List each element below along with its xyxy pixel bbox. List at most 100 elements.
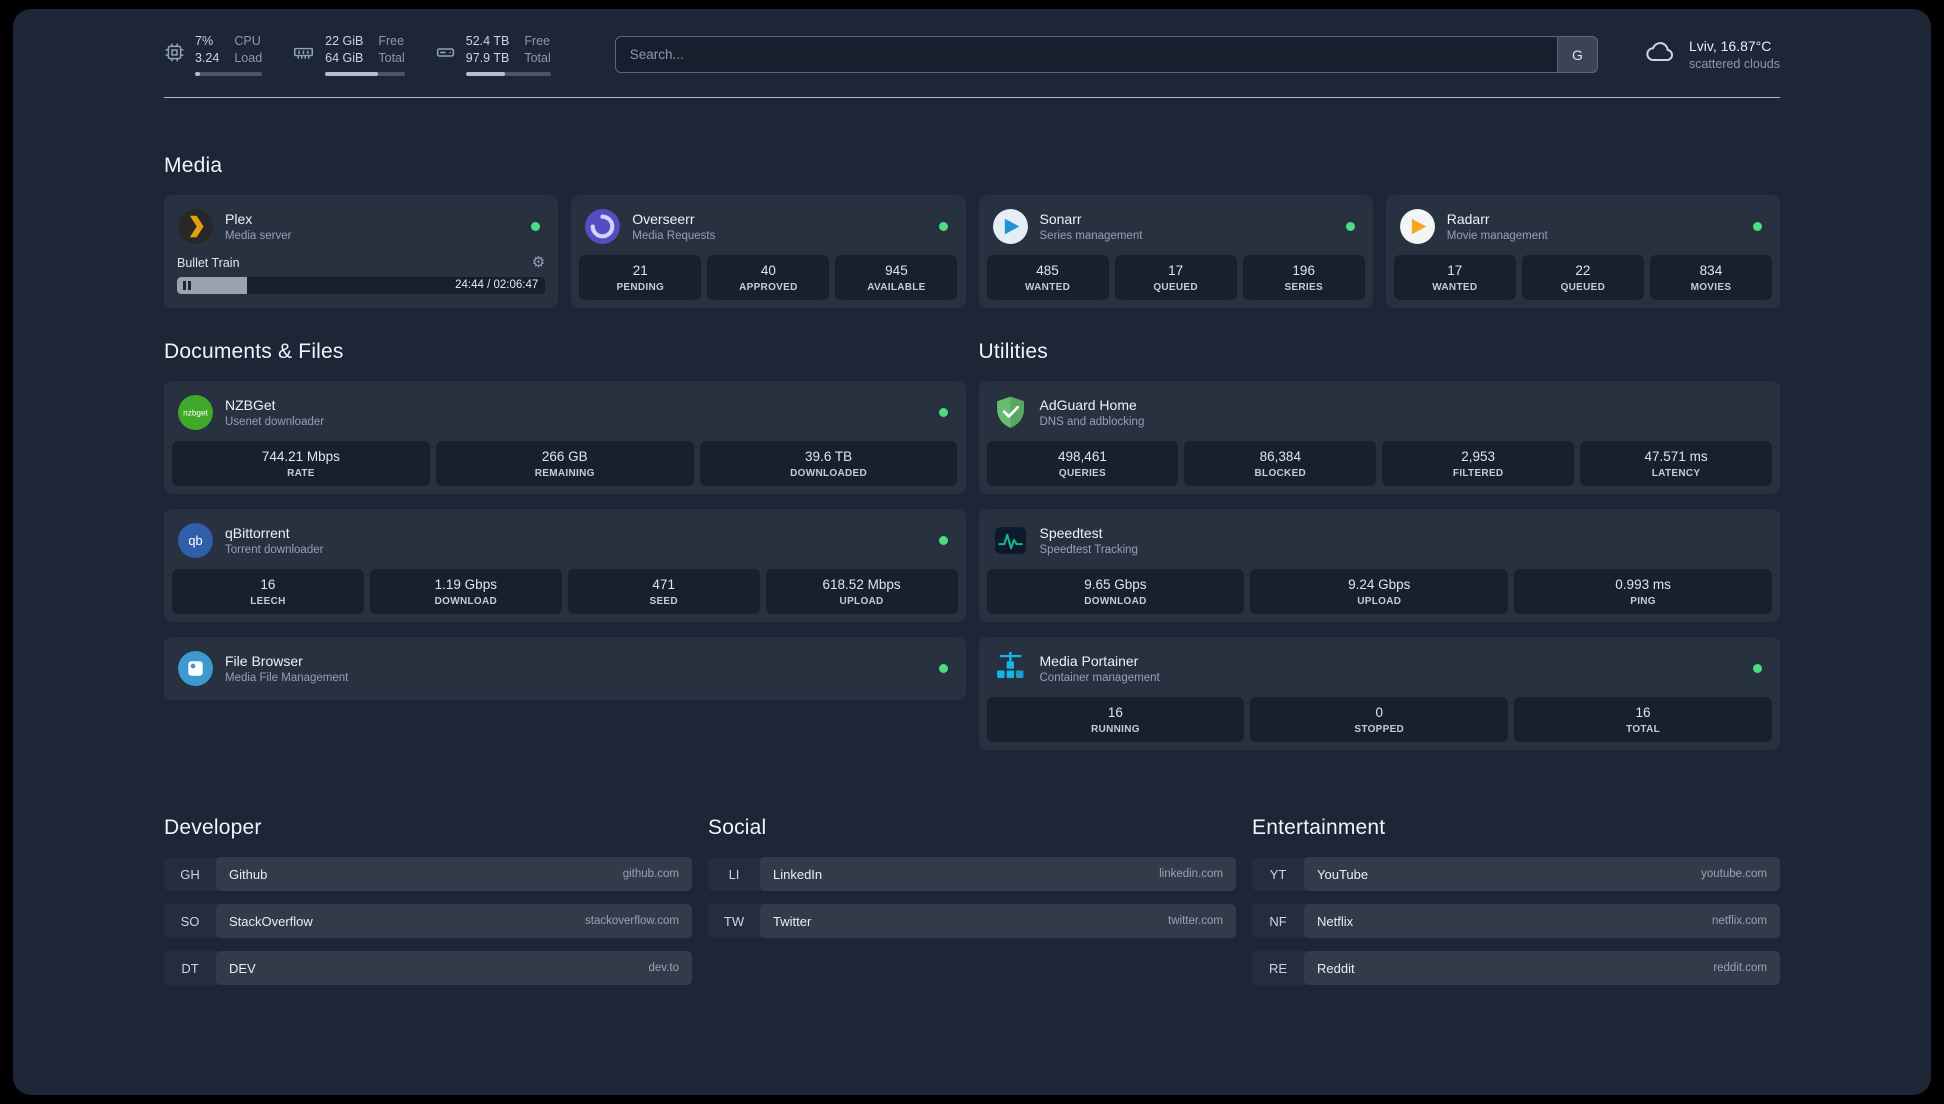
stat-rate: 744.21 Mbps RATE xyxy=(172,441,430,486)
service-card-portainer[interactable]: Media Portainer Container management 16 … xyxy=(978,637,1780,750)
svg-text:qb: qb xyxy=(188,533,202,548)
service-card-qbittorrent[interactable]: qb qBittorrent Torrent downloader 16 LEE… xyxy=(164,509,966,622)
service-subtitle: Usenet downloader xyxy=(225,416,325,428)
cpu-meter xyxy=(195,72,263,76)
service-name: Plex xyxy=(225,211,253,227)
service-card-speedtest[interactable]: Speedtest Speedtest Tracking 9.65 Gbps D… xyxy=(978,509,1780,622)
filebrowser-icon xyxy=(177,650,214,687)
topbar: 7% 3.24 CPU Load 22 GiB 64 GiB Free Tota… xyxy=(164,33,1780,76)
memory-meter xyxy=(325,72,405,76)
service-name: Overseerr xyxy=(632,211,695,227)
section-title-utilities: Utilities xyxy=(978,340,1048,363)
search-input[interactable] xyxy=(614,36,1598,73)
service-card-radarr[interactable]: Radarr Movie management 17 WANTED 22 QUE… xyxy=(1385,195,1780,308)
stat-wanted: 485 WANTED xyxy=(986,255,1109,300)
service-card-nzbget[interactable]: nzbget NZBGet Usenet downloader 744.21 M… xyxy=(164,381,966,494)
pause-icon[interactable] xyxy=(183,281,191,290)
section-title-media: Media xyxy=(164,154,223,177)
radarr-icon xyxy=(1399,208,1436,245)
stat-latency: 47.571 ms LATENCY xyxy=(1580,441,1772,486)
service-card-filebrowser[interactable]: File Browser Media File Management xyxy=(164,637,966,700)
bookmark-name: LinkedIn xyxy=(773,866,823,882)
cpu-load-label: Load xyxy=(234,51,263,65)
bookmark-abbr: TW xyxy=(723,913,745,929)
cpu-icon xyxy=(164,42,185,68)
playback-progress-bar: 24:44 / 02:06:47 xyxy=(177,277,546,294)
bookmark-abbr: LI xyxy=(728,866,740,882)
stat-wanted: 17 WANTED xyxy=(1393,255,1516,300)
service-name: Radarr xyxy=(1446,211,1490,227)
bookmark-domain: dev.to xyxy=(648,962,679,974)
service-subtitle: Media server xyxy=(225,230,292,242)
service-subtitle: Media Requests xyxy=(632,230,716,242)
bookmark-dev[interactable]: DT DEV dev.to xyxy=(164,951,692,985)
disk-total-value: 97.9 TB xyxy=(465,51,510,65)
cpu-load-value: 3.24 xyxy=(195,51,220,65)
disk-icon xyxy=(435,42,456,68)
stat-download: 9.65 Gbps DOWNLOAD xyxy=(986,569,1245,614)
service-card-overseerr[interactable]: Overseerr Media Requests 21 PENDING 40 A… xyxy=(571,195,966,308)
weather-location: Lviv, 16.87°C xyxy=(1688,38,1772,54)
weather-widget: Lviv, 16.87°C scattered clouds xyxy=(1642,36,1780,73)
service-subtitle: Torrent downloader xyxy=(225,544,324,556)
bookmark-name: StackOverflow xyxy=(229,913,313,929)
stat-seed: 471 SEED xyxy=(567,569,760,614)
qbittorrent-icon: qb xyxy=(177,522,214,559)
cpu-percent: 7% xyxy=(195,34,214,48)
now-playing-title: Bullet Train xyxy=(177,255,240,270)
status-dot xyxy=(1753,222,1762,231)
svg-text:nzbget: nzbget xyxy=(183,409,208,418)
bookmark-stackoverflow[interactable]: SO StackOverflow stackoverflow.com xyxy=(164,904,692,938)
service-subtitle: Movie management xyxy=(1446,230,1548,242)
service-card-adguard[interactable]: AdGuard Home DNS and adblocking 498,461 … xyxy=(978,381,1780,494)
bookmark-reddit[interactable]: RE Reddit reddit.com xyxy=(1252,951,1780,985)
plex-now-playing: Bullet Train ⚙ 24:44 / 02:06:47 xyxy=(172,255,550,297)
stat-approved: 40 APPROVED xyxy=(707,255,830,300)
gear-icon[interactable]: ⚙ xyxy=(532,255,545,270)
bookmark-github[interactable]: GH Github github.com xyxy=(164,857,692,891)
stat-series: 196 SERIES xyxy=(1242,255,1365,300)
service-subtitle: Container management xyxy=(1039,672,1160,684)
stat-upload: 9.24 Gbps UPLOAD xyxy=(1250,569,1509,614)
service-card-plex[interactable]: Plex Media server Bullet Train ⚙ 24:44 /… xyxy=(164,195,559,308)
bookmark-domain: github.com xyxy=(622,868,679,880)
status-dot xyxy=(1753,664,1762,673)
stat-upload: 618.52 Mbps UPLOAD xyxy=(765,569,958,614)
stat-filtered: 2,953 FILTERED xyxy=(1382,441,1575,486)
disk-free-value: 52.4 TB xyxy=(465,34,510,48)
stat-queued: 22 QUEUED xyxy=(1521,255,1644,300)
bookmark-domain: twitter.com xyxy=(1168,915,1223,927)
section-media: Media Plex Media server Bullet Train ⚙ 2… xyxy=(164,154,1780,308)
bookmark-group-social: Social LI LinkedIn linkedin.com TW Twitt… xyxy=(708,816,1236,938)
stat-stopped: 0 STOPPED xyxy=(1250,697,1509,742)
bookmark-abbr: YT xyxy=(1269,866,1287,882)
memory-widget: 22 GiB 64 GiB Free Total xyxy=(292,33,405,76)
service-name: AdGuard Home xyxy=(1039,397,1137,413)
playback-progress-fill xyxy=(177,277,247,294)
disk-free-label: Free xyxy=(524,34,551,48)
status-dot xyxy=(938,222,948,231)
bookmark-youtube[interactable]: YT YouTube youtube.com xyxy=(1252,857,1780,891)
section-title-developer: Developer xyxy=(164,816,262,839)
disk-widget: 52.4 TB 97.9 TB Free Total xyxy=(435,33,551,76)
stat-pending: 21 PENDING xyxy=(579,255,702,300)
stat-running: 16 RUNNING xyxy=(986,697,1245,742)
section-documents: Documents & Files nzbget NZBGet Usenet d… xyxy=(164,340,966,700)
status-dot xyxy=(938,664,948,673)
bookmark-name: Github xyxy=(229,866,268,882)
weather-condition: scattered clouds xyxy=(1688,57,1780,71)
search: G xyxy=(614,36,1598,73)
bookmark-twitter[interactable]: TW Twitter twitter.com xyxy=(708,904,1236,938)
status-dot xyxy=(938,408,948,417)
stat-remaining: 266 GB REMAINING xyxy=(435,441,694,486)
search-provider-button[interactable]: G xyxy=(1556,36,1598,73)
bookmark-linkedin[interactable]: LI LinkedIn linkedin.com xyxy=(708,857,1236,891)
bookmark-abbr: DT xyxy=(181,960,199,976)
disk-meter xyxy=(465,72,551,76)
bookmark-domain: linkedin.com xyxy=(1159,868,1223,880)
service-card-sonarr[interactable]: Sonarr Series management 485 WANTED 17 Q… xyxy=(978,195,1373,308)
status-dot xyxy=(531,222,541,231)
section-utilities: Utilities AdGuard Home DNS and adblockin… xyxy=(978,340,1780,750)
bookmark-netflix[interactable]: NF Netflix netflix.com xyxy=(1252,904,1780,938)
playback-time: 24:44 / 02:06:47 xyxy=(455,279,539,291)
